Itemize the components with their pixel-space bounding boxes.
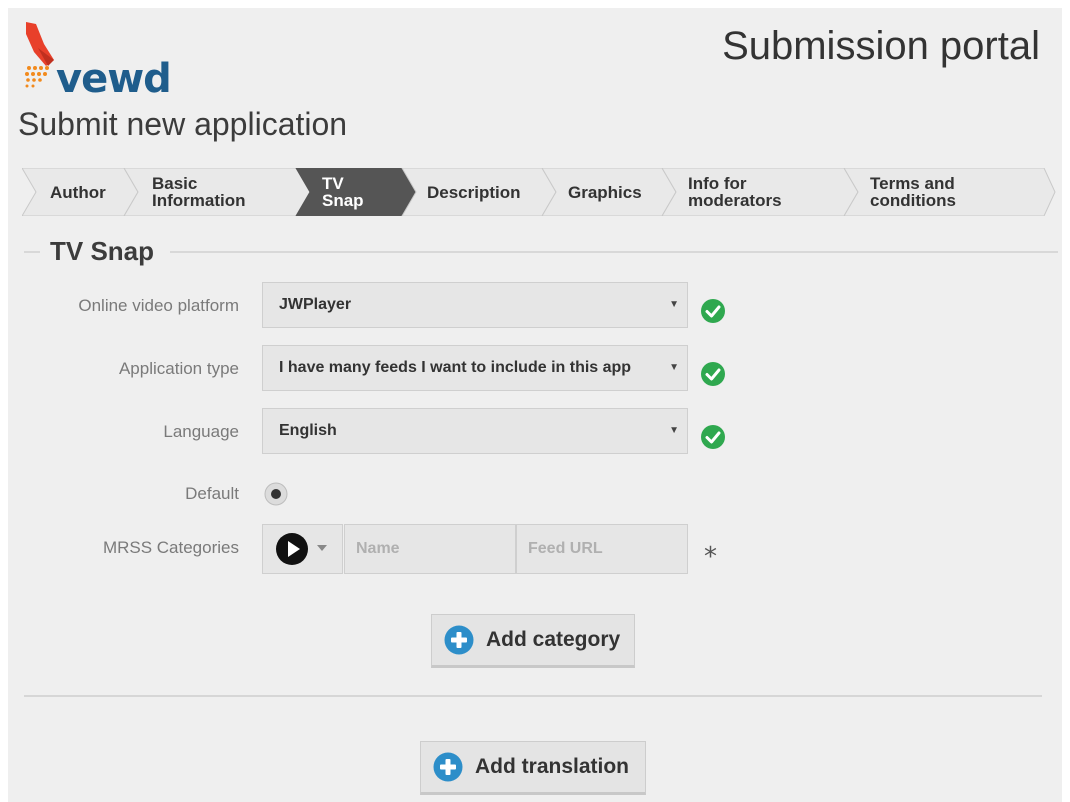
plus-circle-icon	[433, 752, 463, 782]
plus-circle-icon	[444, 625, 474, 655]
step-terms-and-conditions[interactable]: Terms and conditions	[870, 168, 956, 216]
platform-select[interactable]: JWPlayer ▼	[262, 282, 688, 328]
portal-title: Submission portal	[722, 24, 1040, 68]
mrss-icon-select[interactable]	[262, 524, 343, 574]
section-legend: TV Snap	[50, 236, 155, 266]
page-title: Submit new application	[18, 106, 348, 142]
default-radio[interactable]	[264, 482, 288, 506]
step-info-for-moderators[interactable]: Info for moderators	[688, 168, 782, 216]
platform-value: JWPlayer	[279, 296, 352, 313]
language-select[interactable]: English ▼	[262, 408, 688, 454]
required-mark: *	[704, 542, 717, 572]
step-basic-information-label-2: Information	[152, 191, 246, 210]
step-tv-snap[interactable]: TV Snap	[322, 168, 364, 216]
app-type-label: Application type	[118, 359, 239, 378]
wizard-steps: Author Basic Information TV Snap Descripti…	[22, 168, 1056, 216]
step-author-label: Author	[50, 182, 106, 202]
mrss-feed-url-input[interactable]	[516, 524, 688, 574]
step-basic-information-label-1: Basic	[152, 174, 198, 193]
step-tv-snap-label-2: Snap	[322, 191, 364, 210]
step-description-label: Description	[427, 182, 521, 202]
add-category-label: Add category	[486, 628, 621, 651]
check-icon	[701, 425, 725, 449]
app-type-select[interactable]: I have many feeds I want to include in t…	[262, 345, 688, 391]
dropdown-arrow-icon: ▼	[669, 299, 679, 310]
step-author[interactable]: Author	[50, 168, 106, 216]
check-icon	[701, 299, 725, 323]
play-circle-icon	[276, 533, 308, 565]
step-info-label-2: moderators	[688, 191, 782, 210]
step-graphics[interactable]: Graphics	[568, 168, 642, 216]
step-terms-label-2: conditions	[870, 191, 956, 210]
check-icon	[701, 362, 725, 386]
step-description[interactable]: Description	[427, 168, 521, 216]
legend-line-right	[170, 251, 1058, 253]
step-basic-information[interactable]: Basic Information	[152, 168, 246, 216]
mrss-name-input[interactable]	[344, 524, 516, 574]
step-info-label-1: Info for	[688, 174, 747, 193]
mrss-label: MRSS Categories	[102, 538, 239, 557]
add-category-button[interactable]: Add category	[431, 614, 635, 668]
page: vewd Submission portal Submit new applic…	[8, 8, 1062, 802]
platform-label: Online video platform	[78, 296, 239, 315]
legend-line-left	[24, 251, 40, 253]
logo-text: vewd	[56, 56, 172, 102]
add-translation-button[interactable]: Add translation	[420, 741, 646, 795]
dropdown-arrow-icon: ▼	[669, 362, 679, 373]
app-type-value: I have many feeds I want to include in t…	[279, 359, 632, 376]
section-divider	[24, 695, 1042, 697]
step-terms-label-1: Terms and	[870, 174, 955, 193]
step-tv-snap-label-1: TV	[322, 174, 344, 193]
dropdown-arrow-icon: ▼	[669, 425, 679, 436]
language-value: English	[279, 422, 337, 439]
step-graphics-label: Graphics	[568, 182, 642, 202]
add-translation-label: Add translation	[475, 755, 630, 778]
chevron-down-icon	[317, 545, 327, 551]
vewd-logo: vewd	[24, 22, 194, 104]
language-label: Language	[163, 422, 239, 441]
default-label: Default	[185, 484, 239, 503]
